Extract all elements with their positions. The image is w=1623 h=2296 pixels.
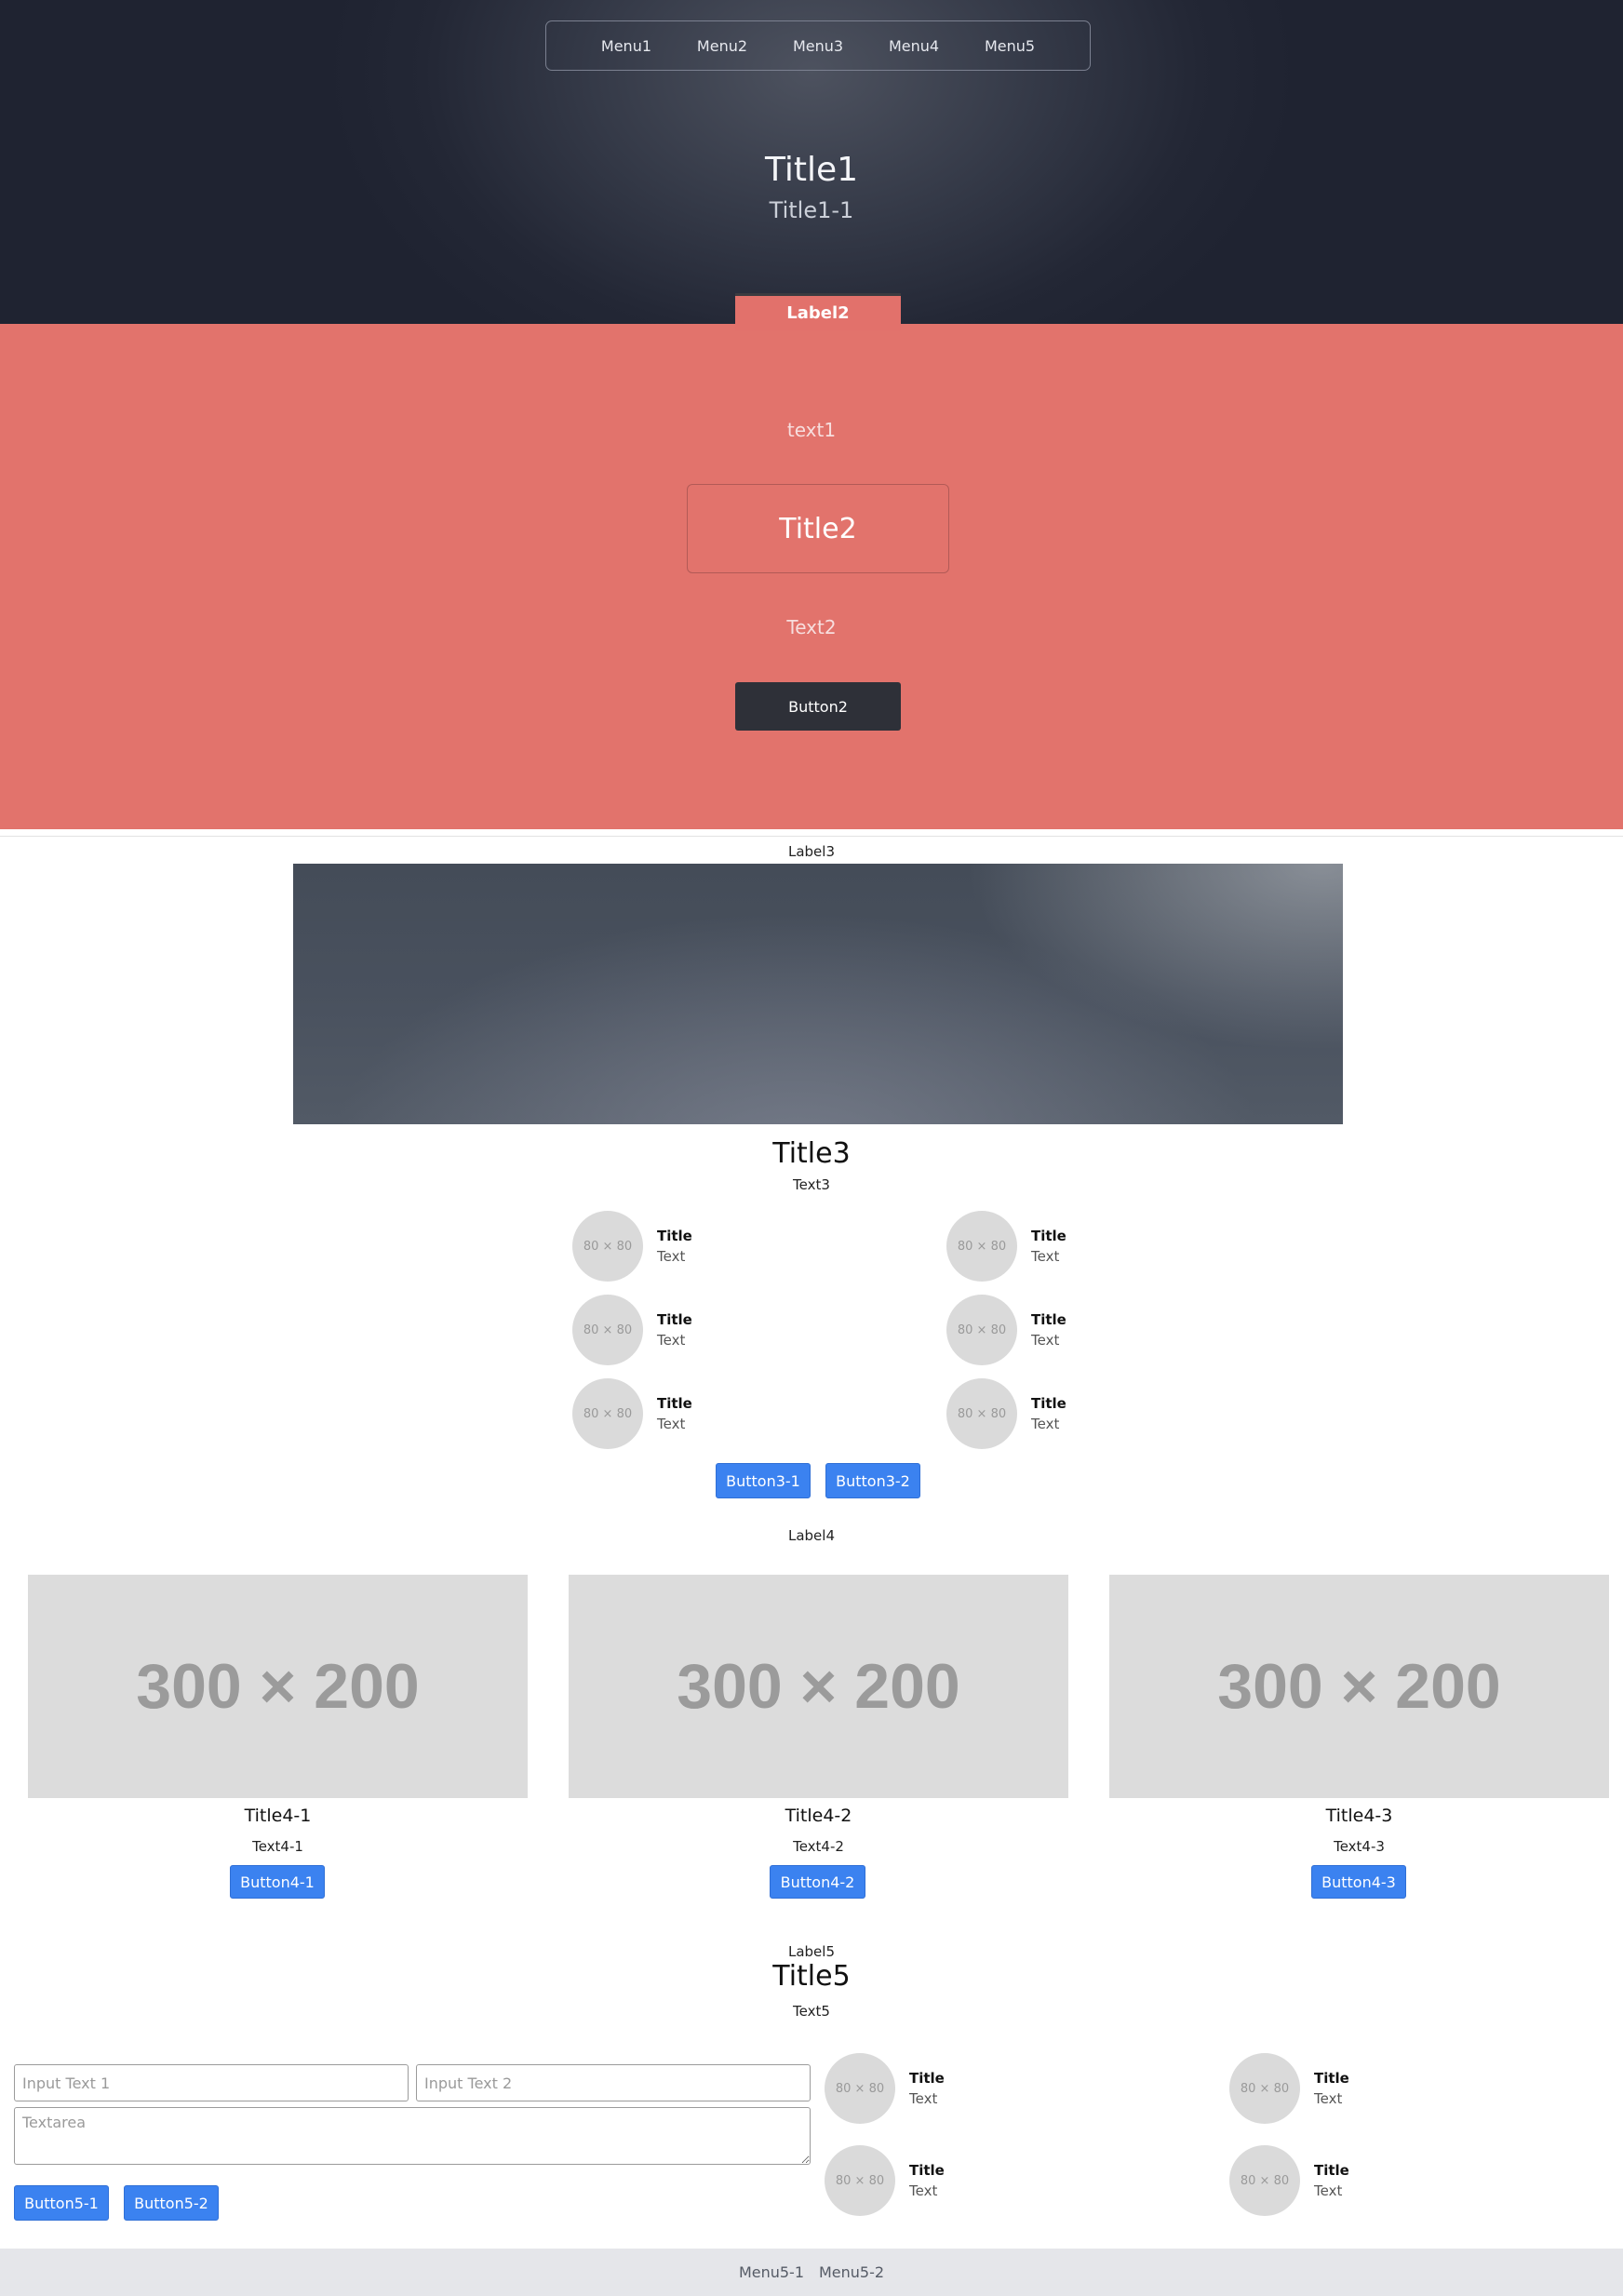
avatar-placeholder: 80 × 80 [572, 1211, 643, 1282]
media-text: Text [657, 1248, 686, 1265]
media-title: Title [909, 2162, 945, 2179]
button5-1[interactable]: Button5-1 [14, 2185, 109, 2221]
media-text: Text [1314, 2090, 1343, 2107]
media-text: Text [1314, 2182, 1343, 2199]
media-item: 80 × 80 Title Text [1229, 2145, 1349, 2216]
section5-title: Title5 [772, 1960, 851, 1993]
media-item: 80 × 80 Title Text [946, 1295, 1066, 1365]
button4-2[interactable]: Button4-2 [770, 1865, 865, 1899]
card-text: Text4-3 [1334, 1838, 1385, 1855]
nav-item-menu2[interactable]: Menu2 [697, 37, 747, 55]
nav-item-menu1[interactable]: Menu1 [601, 37, 651, 55]
button2[interactable]: Button2 [735, 682, 901, 731]
media-title: Title [1031, 1395, 1066, 1412]
section4-label: Label4 [787, 1527, 835, 1544]
card-text: Text4-1 [252, 1838, 303, 1855]
media-title: Title [657, 1395, 692, 1412]
media-text: Text [909, 2182, 938, 2199]
card-image-placeholder: 300 × 200 [1109, 1575, 1609, 1798]
media-title: Title [657, 1228, 692, 1244]
card-title: Title4-2 [785, 1806, 852, 1826]
section-tab-label: Label2 [735, 293, 901, 330]
section2-text1: text1 [786, 419, 837, 441]
avatar-placeholder: 80 × 80 [946, 1295, 1017, 1365]
textarea-field[interactable] [14, 2107, 811, 2165]
nav-item-menu4[interactable]: Menu4 [889, 37, 939, 55]
button3-1[interactable]: Button3-1 [716, 1463, 811, 1498]
section-divider [0, 836, 1623, 837]
section3-label: Label3 [787, 843, 835, 860]
footer-link-menu5-2[interactable]: Menu5-2 [819, 2263, 884, 2281]
hero-title: Title1 [764, 151, 859, 189]
media-title: Title [1314, 2070, 1349, 2087]
footer-link-menu5-1[interactable]: Menu5-1 [739, 2263, 804, 2281]
input-text-2[interactable] [416, 2064, 811, 2101]
card-image-placeholder: 300 × 200 [28, 1575, 528, 1798]
avatar-placeholder: 80 × 80 [946, 1378, 1017, 1449]
banner-image [293, 864, 1343, 1124]
media-item: 80 × 80 Title Text [825, 2145, 945, 2216]
media-item: 80 × 80 Title Text [1229, 2053, 1349, 2124]
avatar-placeholder: 80 × 80 [572, 1378, 643, 1449]
media-item: 80 × 80 Title Text [946, 1378, 1066, 1449]
section2-title: Title2 [779, 512, 857, 545]
section5-text: Text5 [793, 2003, 830, 2020]
media-title: Title [657, 1311, 692, 1328]
input-text-1[interactable] [14, 2064, 409, 2101]
media-text: Text [1031, 1248, 1060, 1265]
nav-item-menu5[interactable]: Menu5 [985, 37, 1035, 55]
section5-label: Label5 [787, 1943, 835, 1960]
avatar-placeholder: 80 × 80 [1229, 2145, 1300, 2216]
section2-title-box: Title2 [687, 484, 949, 573]
nav-item-menu3[interactable]: Menu3 [793, 37, 843, 55]
card-title: Title4-3 [1325, 1806, 1393, 1826]
hero-subtitle: Title1-1 [769, 197, 854, 223]
section3-title: Title3 [772, 1137, 851, 1170]
avatar-placeholder: 80 × 80 [825, 2053, 895, 2124]
media-title: Title [1031, 1311, 1066, 1328]
avatar-placeholder: 80 × 80 [825, 2145, 895, 2216]
media-text: Text [657, 1416, 686, 1432]
media-text: Text [1031, 1416, 1060, 1432]
section2-text2: Text2 [786, 616, 837, 638]
button5-2[interactable]: Button5-2 [124, 2185, 219, 2221]
media-item: 80 × 80 Title Text [572, 1378, 692, 1449]
avatar-placeholder: 80 × 80 [946, 1211, 1017, 1282]
feature-section [0, 324, 1623, 829]
top-nav: Menu1 Menu2 Menu3 Menu4 Menu5 [545, 20, 1091, 71]
card-text: Text4-2 [793, 1838, 844, 1855]
card-title: Title4-1 [244, 1806, 312, 1826]
media-title: Title [1314, 2162, 1349, 2179]
card-image-placeholder: 300 × 200 [569, 1575, 1068, 1798]
media-item: 80 × 80 Title Text [825, 2053, 945, 2124]
footer: Menu5-1 Menu5-2 [0, 2249, 1623, 2296]
button4-1[interactable]: Button4-1 [230, 1865, 325, 1899]
media-item: 80 × 80 Title Text [946, 1211, 1066, 1282]
media-item: 80 × 80 Title Text [572, 1295, 692, 1365]
media-text: Text [657, 1332, 686, 1349]
media-text: Text [1031, 1332, 1060, 1349]
section3-text: Text3 [793, 1176, 830, 1193]
media-title: Title [909, 2070, 945, 2087]
avatar-placeholder: 80 × 80 [1229, 2053, 1300, 2124]
avatar-placeholder: 80 × 80 [572, 1295, 643, 1365]
button4-3[interactable]: Button4-3 [1311, 1865, 1406, 1899]
media-item: 80 × 80 Title Text [572, 1211, 692, 1282]
button3-2[interactable]: Button3-2 [825, 1463, 920, 1498]
media-title: Title [1031, 1228, 1066, 1244]
media-text: Text [909, 2090, 938, 2107]
